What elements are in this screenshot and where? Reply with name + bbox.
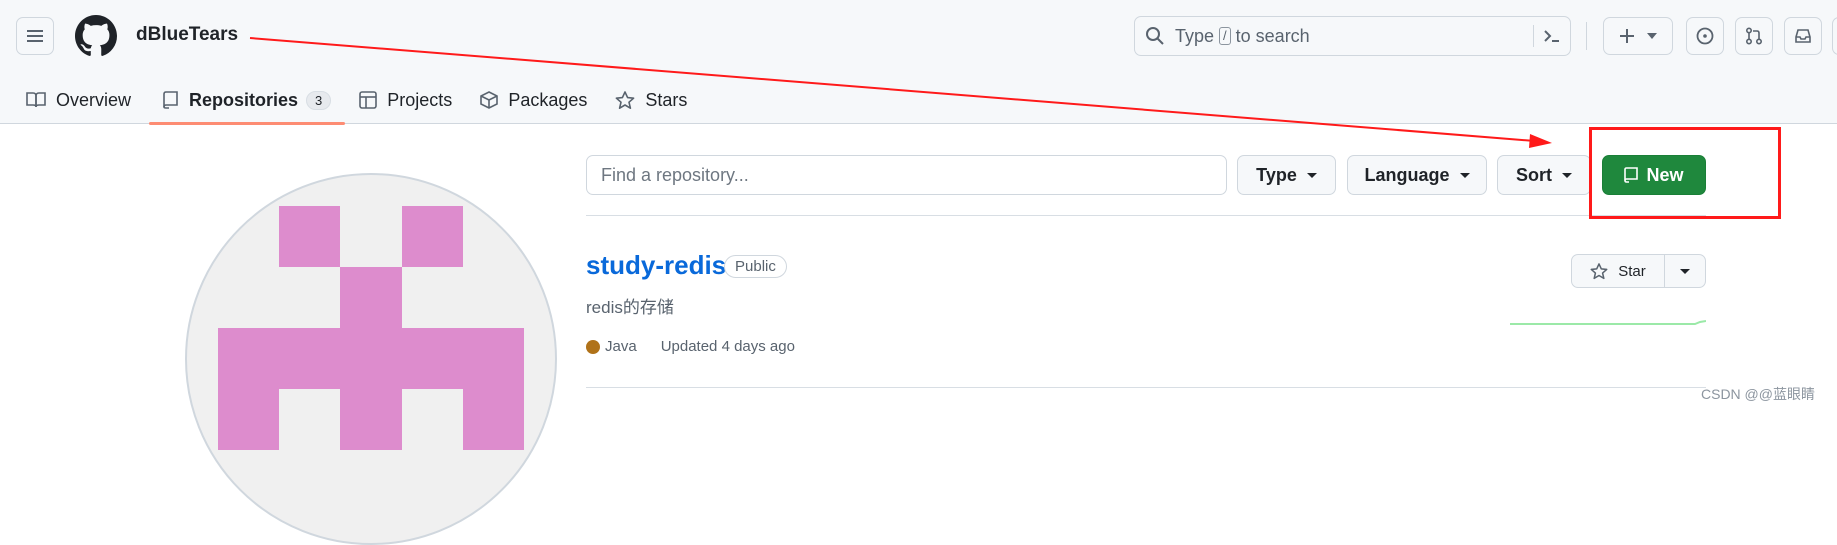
user-avatar-button[interactable]: [1832, 17, 1837, 55]
star-icon: [615, 90, 635, 109]
issue-opened-icon: [1696, 27, 1714, 45]
search-hint: Type / to search: [1175, 26, 1310, 47]
list-divider: [586, 387, 1706, 388]
caret-down-icon: [1459, 172, 1470, 178]
package-icon: [480, 91, 499, 109]
star-button-label: Star: [1618, 262, 1646, 280]
activity-sparkline: [1510, 320, 1706, 325]
repo-meta: Java Updated 4 days ago: [586, 338, 795, 355]
visibility-badge: Public: [724, 255, 787, 278]
profile-username[interactable]: dBlueTears: [136, 24, 238, 46]
tab-projects-label: Projects: [387, 89, 453, 110]
identicon-image: [218, 206, 524, 450]
tab-overview[interactable]: Overview: [0, 76, 145, 124]
language-filter-label: Language: [1364, 164, 1450, 185]
search-icon: [1146, 27, 1164, 45]
star-button[interactable]: Star: [1572, 255, 1665, 287]
tab-packages-label: Packages: [508, 89, 588, 110]
find-repository-input[interactable]: [586, 155, 1227, 195]
sort-dropdown[interactable]: Sort: [1497, 155, 1591, 195]
pull-requests-button[interactable]: [1735, 17, 1773, 55]
search-divider: [1533, 25, 1534, 47]
repo-language: Java: [605, 338, 637, 355]
plus-icon: [1620, 29, 1634, 43]
caret-down-icon: [1562, 172, 1572, 178]
language-filter-dropdown[interactable]: Language: [1347, 155, 1487, 195]
caret-down-icon: [1306, 172, 1317, 178]
type-filter-label: Type: [1256, 164, 1297, 185]
book-icon: [26, 92, 46, 108]
repositories-count-badge: 3: [306, 90, 332, 110]
tab-packages[interactable]: Packages: [466, 76, 601, 124]
tab-projects[interactable]: Projects: [345, 76, 466, 124]
repo-name-link[interactable]: study-redis: [586, 250, 726, 281]
search-hint-suffix: to search: [1235, 25, 1310, 46]
sort-label: Sort: [1516, 164, 1552, 185]
repo-updated: Updated 4 days ago: [660, 338, 795, 355]
inbox-icon: [1795, 29, 1811, 43]
create-new-button[interactable]: [1603, 17, 1673, 55]
star-button-group: Star: [1571, 254, 1706, 288]
tab-overview-label: Overview: [56, 89, 132, 110]
app-header: dBlueTears Type / to search Overview Rep…: [0, 0, 1837, 125]
caret-down-icon: [1680, 268, 1690, 274]
type-filter-dropdown[interactable]: Type: [1237, 155, 1336, 195]
chevron-down-icon: [1647, 33, 1657, 39]
language-color-dot: [586, 339, 600, 354]
tab-repositories[interactable]: Repositories 3: [149, 76, 346, 125]
github-logo-icon[interactable]: [75, 15, 117, 57]
command-palette-icon[interactable]: [1542, 26, 1562, 46]
search-shortcut-key: /: [1219, 27, 1231, 45]
profile-avatar[interactable]: [185, 173, 557, 545]
list-divider: [586, 215, 1706, 216]
csdn-watermark: CSDN @@蓝眼睛: [1701, 386, 1815, 402]
issues-button[interactable]: [1686, 17, 1724, 55]
inbox-button[interactable]: [1784, 17, 1822, 55]
table-icon: [359, 91, 378, 109]
search-hint-prefix: Type: [1175, 25, 1215, 46]
profile-tabs: Overview Repositories 3 Projects Package…: [0, 76, 701, 125]
menu-button[interactable]: [16, 17, 54, 55]
star-lists-dropdown[interactable]: [1665, 255, 1705, 287]
hamburger-icon: [27, 30, 43, 42]
pull-request-icon: [1745, 27, 1763, 45]
global-search[interactable]: Type / to search: [1134, 16, 1571, 56]
header-divider: [1586, 22, 1587, 50]
repo-description: redis的存储: [586, 298, 674, 317]
tab-repositories-label: Repositories: [189, 89, 299, 110]
tab-stars-label: Stars: [645, 89, 688, 110]
tab-stars[interactable]: Stars: [601, 76, 701, 124]
star-icon: [1590, 262, 1608, 279]
repo-icon: [163, 91, 178, 109]
annotation-highlight-box: [1589, 127, 1781, 219]
